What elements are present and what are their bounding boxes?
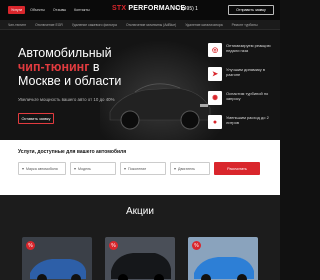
services-title: Услуги, доступные для вашего автомобиля xyxy=(18,149,127,155)
select-label: Модель xyxy=(78,166,91,171)
discount-badge: % xyxy=(109,241,118,250)
servnav-adblue[interactable]: Отключение мочевины (AdBlue) xyxy=(126,23,176,27)
feature-text: Оптимизируем реакцию педали газа xyxy=(226,43,271,53)
turbo-icon: ✺ xyxy=(208,91,222,105)
car-model-select[interactable]: ▾ Модель xyxy=(70,162,116,175)
service-nav: Чип-тюнинг Отключение EGR Удаление сажев… xyxy=(0,20,280,30)
feature-item: ✺ Оснастим турбиной по запросу xyxy=(208,91,278,105)
feature-text: Уменьшим расход до 2 литров xyxy=(226,115,269,125)
promo-card[interactable]: % xyxy=(105,237,175,280)
servnav-chip-tuning[interactable]: Чип-тюнинг xyxy=(8,23,26,27)
promos-title: Акции xyxy=(126,206,154,217)
logo-stx: STX xyxy=(112,5,127,12)
select-label: Марка автомобиля xyxy=(26,166,58,171)
promo-card[interactable]: % xyxy=(188,237,258,280)
chevron-down-icon: ▾ xyxy=(22,166,25,171)
car-generation-select[interactable]: ▾ Поколение xyxy=(120,162,166,175)
services-form: Услуги, доступные для вашего автомобиля … xyxy=(0,140,280,195)
servnav-turbo[interactable]: Ремонт турбины xyxy=(232,23,258,27)
feature-text: Оснастим турбиной по запросу xyxy=(226,91,269,101)
hero-title-line1: Автомобильный xyxy=(18,46,112,60)
hero-subtitle: Увеличьте мощность вашего авто от 10 до … xyxy=(18,97,115,102)
select-label: Двигатель xyxy=(178,166,195,171)
nav-services[interactable]: Услуги xyxy=(8,6,26,14)
servnav-catalyst[interactable]: Удаление катализатора xyxy=(185,23,222,27)
car-engine-select[interactable]: ▾ Двигатель xyxy=(170,162,210,175)
hero-title-line2-rest: в xyxy=(89,60,100,74)
nav-reviews[interactable]: Отзывы xyxy=(50,6,69,14)
hero-title-line2: чип-тюнинг в xyxy=(18,60,121,74)
gauge-icon: ◎ xyxy=(208,43,222,57)
chevron-down-icon: ▾ xyxy=(174,166,177,171)
feature-item: ➤ Улучшим динамику в разгоне xyxy=(208,67,278,81)
nav-objects[interactable]: Объекты xyxy=(27,6,48,14)
hero-title-highlight: чип-тюнинг xyxy=(18,60,90,74)
hero-request-button[interactable]: Оставить заявку xyxy=(18,113,54,124)
feature-text: Улучшим динамику в разгоне xyxy=(226,67,266,77)
hero-features: ◎ Оптимизируем реакцию педали газа ➤ Улу… xyxy=(208,43,278,139)
select-label: Поколение xyxy=(128,166,147,171)
hero-title-line3: Москве и области xyxy=(18,74,122,88)
hero-section: Автомобильный чип-тюнинг в Москве и обла… xyxy=(0,30,280,140)
discount-badge: % xyxy=(192,241,201,250)
discount-badge: % xyxy=(26,241,35,250)
promo-card[interactable]: % xyxy=(22,237,92,280)
top-bar: Услуги Объекты Отзывы Контакты STX PERFO… xyxy=(0,0,280,20)
speed-icon: ➤ xyxy=(208,67,222,81)
nav-contacts[interactable]: Контакты xyxy=(71,6,93,14)
feature-item: ● Уменьшим расход до 2 литров xyxy=(208,115,278,129)
car-brand-select[interactable]: ▾ Марка автомобиля xyxy=(18,162,66,175)
chevron-down-icon: ▾ xyxy=(74,166,77,171)
servnav-dpf[interactable]: Удаление сажевого фильтра xyxy=(72,23,117,27)
feature-item: ◎ Оптимизируем реакцию педали газа xyxy=(208,43,278,57)
chevron-down-icon: ▾ xyxy=(124,166,127,171)
hero-title: Автомобильный чип-тюнинг в Москве и обла… xyxy=(18,46,121,88)
top-nav: Услуги Объекты Отзывы Контакты xyxy=(8,6,93,14)
promos-section: Акции % % % xyxy=(0,195,280,280)
servnav-egr[interactable]: Отключение EGR xyxy=(35,23,63,27)
calculate-button[interactable]: Рассчитать xyxy=(214,162,260,175)
fuel-icon: ● xyxy=(208,115,222,129)
top-request-button[interactable]: Отправить заявку xyxy=(228,5,274,15)
phone-number[interactable]: +7 (495) 1 xyxy=(175,6,198,12)
